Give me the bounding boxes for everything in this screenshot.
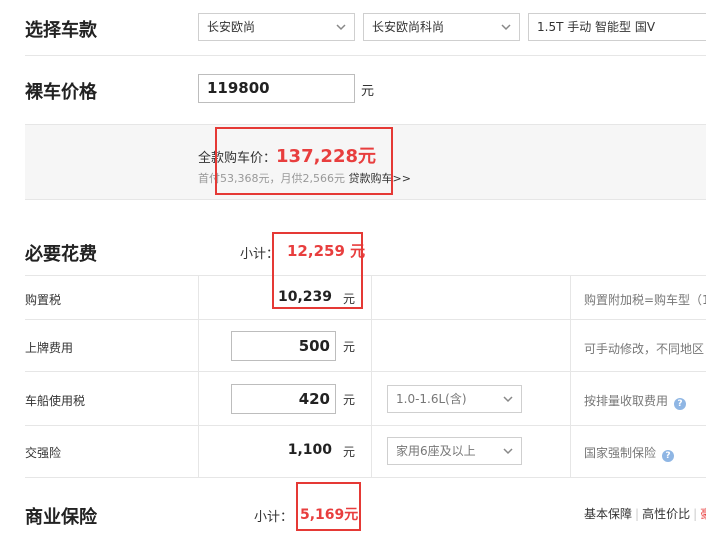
bare-price-unit: 元 [361,84,375,99]
row-divider [25,371,706,372]
seat-type-select-value: 家用6座及以上 [396,444,476,458]
vessel-tax-label: 车船使用税 [25,394,86,408]
compulsory-insurance-label: 交强险 [25,446,62,460]
highlight-box-required [272,232,363,309]
vessel-tax-unit: 元 [343,393,356,407]
tab-separator: | [635,507,640,521]
commercial-title: 商业保险 [25,507,97,528]
tab-more[interactable]: 豪 [700,507,706,521]
highlight-box-commercial [296,482,361,531]
tab-value[interactable]: 高性价比 [642,507,690,521]
help-icon[interactable]: ? [662,450,675,462]
license-fee-unit: 元 [343,340,356,354]
insurance-plan-tabs: 基本保障|高性价比|豪 [584,505,706,522]
column-divider [371,275,372,477]
table-top-border [25,275,706,276]
column-divider [570,275,571,477]
select-car-title: 选择车款 [25,20,97,41]
series-select-value: 长安欧尚科尚 [372,20,445,34]
tab-basic[interactable]: 基本保障 [584,507,632,521]
divider [25,55,706,56]
model-select[interactable]: 1.5T 手动 智能型 国Ⅴ [528,13,706,41]
license-fee-input[interactable]: 500 [231,331,336,361]
commercial-subtotal-label: 小计： [254,510,294,525]
chevron-down-icon [501,24,511,31]
vessel-tax-note-wrap: 按排量收取费用? [584,392,687,410]
series-select[interactable]: 长安欧尚科尚 [363,13,520,41]
compulsory-insurance-unit: 元 [343,445,356,459]
model-select-value: 1.5T 手动 智能型 国Ⅴ [537,20,656,34]
displacement-select-value: 1.0-1.6L(含) [396,392,467,406]
compulsory-insurance-note-wrap: 国家强制保险? [584,444,675,462]
license-fee-note: 可手动修改，不同地区 [584,342,705,356]
purchase-tax-note: 购置附加税=购车型（1 [584,293,706,307]
bare-price-input[interactable]: 119800 [198,74,355,103]
displacement-select[interactable]: 1.0-1.6L(含) [387,385,522,413]
compulsory-insurance-note: 国家强制保险 [584,446,657,460]
chevron-down-icon [503,396,513,403]
chevron-down-icon [503,448,513,455]
brand-select-value: 长安欧尚 [207,20,256,34]
table-bottom-border [25,477,706,478]
vessel-tax-note: 按排量收取费用 [584,394,669,408]
vessel-tax-input[interactable]: 420 [231,384,336,414]
license-fee-label: 上牌费用 [25,341,74,355]
required-title: 必要花费 [25,244,97,265]
compulsory-insurance-value: 1,100 [287,442,332,458]
vessel-tax-value: 420 [298,390,330,408]
tab-separator: | [693,507,698,521]
highlight-box-full-price [215,127,393,195]
chevron-down-icon [336,24,346,31]
seat-type-select[interactable]: 家用6座及以上 [387,437,522,465]
help-icon[interactable]: ? [674,398,687,410]
brand-select[interactable]: 长安欧尚 [198,13,355,41]
bare-price-title: 裸车价格 [25,82,97,103]
purchase-tax-label: 购置税 [25,293,62,307]
row-divider [25,425,706,426]
column-divider [198,275,199,477]
row-divider [25,319,706,320]
license-fee-value: 500 [298,337,330,355]
